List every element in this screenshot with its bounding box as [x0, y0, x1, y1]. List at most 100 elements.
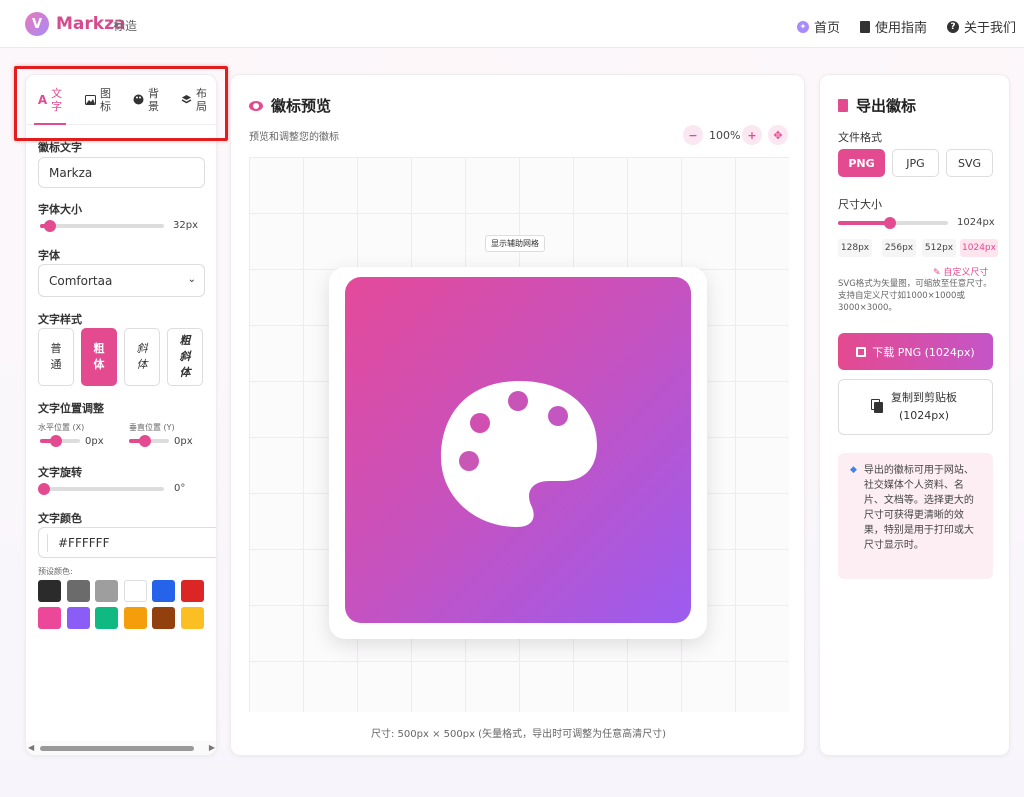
logo-preview-card	[329, 267, 707, 639]
scrollbar-thumb[interactable]	[40, 746, 194, 751]
logo-preview[interactable]	[345, 277, 691, 623]
format-svg-button[interactable]: SVG	[946, 149, 993, 177]
nav-guide[interactable]: 使用指南	[860, 17, 927, 36]
rotation-label: 文字旋转	[38, 466, 82, 479]
preset-512-button[interactable]: 512px	[922, 239, 956, 257]
copy-label-line2: (1024px)	[898, 409, 950, 422]
style-bold-italic-button[interactable]: 粗斜体	[167, 328, 203, 386]
scroll-right-icon[interactable]: ▶	[209, 743, 215, 752]
preset-color-swatch[interactable]	[38, 607, 61, 629]
preset-128-button[interactable]: 128px	[838, 239, 872, 257]
zoom-in-icon[interactable]: +	[742, 125, 762, 145]
font-size-value: 32px	[173, 220, 198, 231]
tab-icon[interactable]: 图标	[74, 75, 122, 124]
download-button[interactable]: 下载 PNG (1024px)	[838, 333, 993, 370]
copy-icon	[874, 401, 883, 413]
font-size-slider[interactable]	[40, 220, 164, 232]
custom-size-label: 自定义尺寸	[943, 268, 989, 278]
color-input[interactable]: #FFFFFF	[38, 527, 216, 558]
nav-home[interactable]: ✦ 首页	[797, 17, 840, 36]
horizontal-scrollbar[interactable]: ◀ ▶	[26, 741, 216, 755]
rotation-slider-knob[interactable]	[38, 483, 50, 495]
format-jpg-button[interactable]: JPG	[892, 149, 939, 177]
copy-label: 复制到剪贴板 (1024px)	[891, 389, 957, 425]
tab-icon-label: 图标	[100, 86, 111, 113]
info-text: 导出的徽标可用于网站、社交媒体个人资料、名片、文档等。选择更大的尺寸可获得更清晰…	[863, 465, 974, 551]
preset-color-swatch[interactable]	[95, 580, 118, 602]
download-label: 下载 PNG (1024px)	[872, 345, 975, 359]
pos-y-label: 垂直位置 (Y)	[129, 423, 175, 432]
preset-color-swatch[interactable]	[152, 580, 175, 602]
save-icon	[856, 346, 867, 357]
pos-x-value: 0px	[85, 436, 104, 447]
preset-color-swatch[interactable]	[123, 607, 147, 629]
preview-title-text: 徽标预览	[271, 97, 332, 115]
style-bold-button[interactable]: 粗体	[81, 328, 117, 386]
rotation-value: 0°	[174, 483, 186, 494]
move-icon[interactable]: ✥	[768, 125, 788, 145]
custom-size-link[interactable]: ✎ 自定义尺寸	[933, 265, 988, 278]
gem-icon: ◆	[850, 465, 857, 475]
font-size-slider-knob[interactable]	[44, 220, 56, 232]
text-settings-panel: A 文字 图标 背景 布局 徽标文字 Markza 字体大小 32px 字体 C…	[25, 74, 217, 756]
tab-background-label: 背景	[148, 86, 159, 113]
info-box: ◆ 导出的徽标可用于网站、社交媒体个人资料、名片、文档等。选择更大的尺寸可获得更…	[838, 453, 993, 579]
rotation-slider[interactable]	[38, 483, 164, 495]
font-select[interactable]: Comfortaa ⌄	[38, 264, 205, 297]
layers-icon	[181, 95, 192, 104]
preset-color-swatch[interactable]	[123, 580, 147, 602]
pos-y-slider[interactable]	[129, 435, 169, 447]
preset-color-swatch[interactable]	[66, 580, 90, 602]
grid-toggle-button[interactable]: 显示辅助网格	[485, 235, 545, 252]
pos-x-slider-knob[interactable]	[50, 435, 62, 447]
nav-home-label: 首页	[814, 21, 841, 36]
size-slider-knob[interactable]	[884, 217, 896, 229]
preset-color-swatch[interactable]	[180, 580, 204, 602]
logo-text-input[interactable]: Markza	[38, 157, 205, 188]
file-image-icon	[838, 99, 848, 112]
size-slider[interactable]	[838, 217, 948, 229]
preset-color-swatch[interactable]	[95, 607, 118, 629]
style-normal-button[interactable]: 普通	[38, 328, 74, 386]
preset-color-swatch[interactable]	[152, 607, 175, 629]
copy-label-line1: 复制到剪贴板	[891, 391, 957, 404]
style-bold-label: 粗体	[93, 342, 105, 371]
tab-text[interactable]: A 文字	[26, 75, 74, 125]
style-bold-italic-label: 粗斜体	[179, 334, 191, 379]
preset-color-swatch[interactable]	[38, 580, 61, 602]
nav-guide-label: 使用指南	[875, 21, 928, 36]
style-italic-label: 斜体	[136, 342, 148, 371]
edit-icon: ✎	[933, 268, 941, 278]
palette-icon	[133, 94, 144, 105]
pos-x-slider[interactable]	[40, 435, 80, 447]
preset-1024-button[interactable]: 1024px	[960, 239, 998, 257]
format-label: 文件格式	[838, 131, 882, 144]
preview-size-note: 尺寸: 500px × 500px (矢量格式，导出时可调整为任意高清尺寸)	[371, 729, 666, 740]
color-swatch[interactable]	[47, 533, 50, 552]
preset-color-swatch[interactable]	[66, 607, 90, 629]
export-panel: 导出徽标 文件格式 PNG JPG SVG 尺寸大小 1024px 128px …	[819, 74, 1010, 756]
nav-about-label: 关于我们	[964, 21, 1017, 36]
copy-button[interactable]: 复制到剪贴板 (1024px)	[838, 379, 993, 435]
style-italic-button[interactable]: 斜体	[124, 328, 160, 386]
question-icon: ?	[947, 20, 959, 33]
tab-background[interactable]: 背景	[122, 75, 170, 124]
tab-layout-label: 布局	[196, 86, 207, 113]
preset-256-button[interactable]: 256px	[882, 239, 916, 257]
scroll-left-icon[interactable]: ◀	[28, 743, 34, 752]
pos-y-value: 0px	[174, 436, 193, 447]
pos-y-slider-knob[interactable]	[139, 435, 151, 447]
book-icon	[860, 20, 870, 33]
format-png-button[interactable]: PNG	[838, 149, 885, 177]
preset-color-swatch[interactable]	[180, 607, 204, 629]
size-value: 1024px	[957, 217, 995, 228]
brand-logo-icon[interactable]: V	[25, 12, 49, 36]
settings-tabs: A 文字 图标 背景 布局	[26, 75, 216, 125]
nav-about[interactable]: ? 关于我们	[947, 17, 1016, 36]
size-label: 尺寸大小	[838, 198, 882, 211]
tab-layout[interactable]: 布局	[170, 75, 216, 124]
position-label: 文字位置调整	[38, 402, 104, 415]
export-title: 导出徽标	[838, 95, 916, 116]
zoom-level: 100%	[709, 129, 741, 142]
zoom-out-icon[interactable]: −	[683, 125, 703, 145]
